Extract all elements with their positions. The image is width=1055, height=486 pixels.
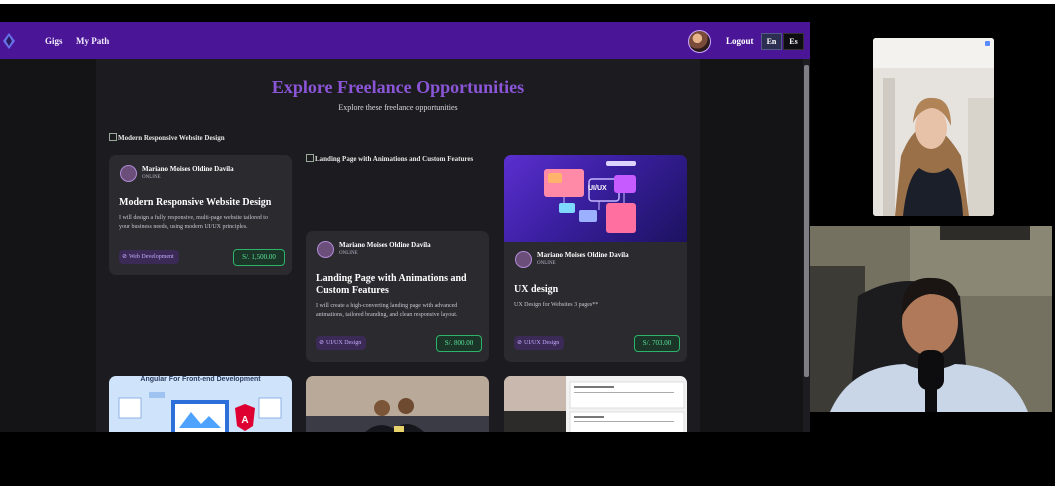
category-tag[interactable]: ⊘ Web Development xyxy=(119,250,179,264)
author-avatar xyxy=(515,251,532,268)
participant-video xyxy=(810,226,1052,412)
top-border xyxy=(0,0,1055,4)
card-image: UI/UX xyxy=(504,155,687,242)
portfolio-mockup xyxy=(504,376,685,432)
author-status: ONLINE xyxy=(142,175,161,180)
category-tag[interactable]: ⊘ UI/UX Design xyxy=(514,336,565,350)
nav-link-my-path[interactable]: My Path xyxy=(76,36,109,46)
svg-text:A: A xyxy=(241,415,248,426)
scrollbar-thumb[interactable] xyxy=(804,65,809,377)
app-logo-icon[interactable] xyxy=(2,32,16,50)
tag-icon: ⊘ xyxy=(122,254,128,260)
gig-card-image[interactable]: Angular For Front-end Development A xyxy=(109,376,292,432)
webcam-participant-2 xyxy=(810,226,1052,412)
gig-card-image[interactable] xyxy=(504,376,687,432)
tag-icon: ⊘ xyxy=(319,340,325,346)
webcam-participant-1 xyxy=(873,38,994,216)
price-badge: S/. 800.00 xyxy=(436,335,482,352)
participant-video xyxy=(873,38,994,216)
gig-card-image[interactable] xyxy=(306,376,489,432)
card-description: I will design a fully responsive, multi-… xyxy=(119,215,268,230)
image-caption: Angular For Front-end Development xyxy=(140,376,261,383)
card-description: I will create a high-converting landing … xyxy=(316,303,458,318)
pin-icon[interactable] xyxy=(985,41,990,46)
uiux-illustration xyxy=(544,161,636,233)
author-name: Mariano Moises Oldine Davila xyxy=(339,241,431,249)
navbar: Gigs My Path Logout En Es xyxy=(0,22,810,59)
lang-es-button[interactable]: Es xyxy=(783,33,804,50)
page-subtitle: Explore these freelance opportunities xyxy=(338,103,458,112)
category-tag[interactable]: ⊘ UI/UX Design xyxy=(316,336,367,350)
scrollbar[interactable] xyxy=(803,59,810,432)
angular-illustration: A xyxy=(118,392,282,432)
gig-card[interactable]: Landing Page with Animations and Custom … xyxy=(306,154,489,362)
card-title: UX design xyxy=(514,284,559,295)
main-content: Explore Freelance Opportunities Explore … xyxy=(96,59,700,432)
gig-card[interactable]: Modern Responsive Website Design Mariano… xyxy=(109,133,292,275)
author-avatar xyxy=(317,241,334,258)
card-description: UX Design for Websites 3 pages** xyxy=(514,302,599,308)
price-badge: S/. 703.00 xyxy=(634,335,680,352)
broken-image-icon xyxy=(306,154,314,162)
author-name: Mariano Moises Oldine Davila xyxy=(537,251,629,259)
broken-image-alt: Landing Page with Animations and Custom … xyxy=(306,154,473,163)
tag-icon: ⊘ xyxy=(517,340,523,346)
price-badge: S/. 1,500.00 xyxy=(233,249,285,266)
card-title: Landing Page with Animations and Custom … xyxy=(316,273,467,296)
shared-screen: Gigs My Path Logout En Es Explore Freela… xyxy=(0,22,810,432)
author-avatar xyxy=(120,165,137,182)
broken-image-alt: Modern Responsive Website Design xyxy=(109,133,225,142)
author-status: ONLINE xyxy=(537,261,556,266)
author-status: ONLINE xyxy=(339,251,358,256)
card-title: Modern Responsive Website Design xyxy=(119,197,272,208)
broken-image-icon xyxy=(109,133,117,141)
page-title: Explore Freelance Opportunities xyxy=(271,77,525,97)
image-label: UI/UX xyxy=(588,185,607,192)
lang-en-button[interactable]: En xyxy=(761,33,782,50)
logout-button[interactable]: Logout xyxy=(726,36,754,46)
user-avatar[interactable] xyxy=(688,30,711,53)
nav-link-gigs[interactable]: Gigs xyxy=(45,36,63,46)
people-photo xyxy=(306,398,489,432)
gig-card[interactable]: UI/UX Mariano Moises Oldine Davila ONLIN… xyxy=(504,155,687,362)
author-name: Mariano Moises Oldine Davila xyxy=(142,165,234,173)
